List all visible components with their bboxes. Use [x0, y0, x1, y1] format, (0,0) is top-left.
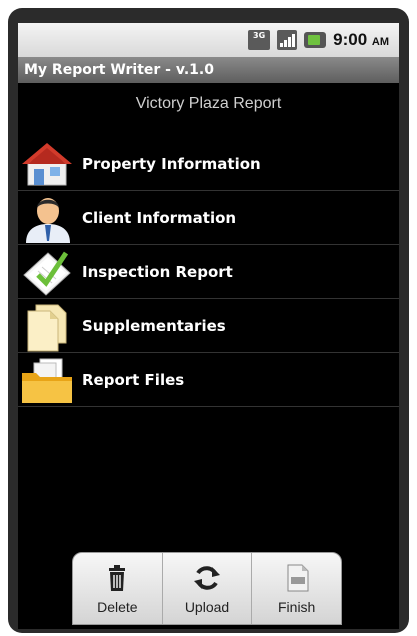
finish-label: Finish [278, 598, 316, 615]
trash-icon [102, 563, 132, 593]
menu-item-supplementaries[interactable]: Supplementaries [18, 299, 399, 353]
upload-label: Upload [184, 598, 230, 615]
battery-icon [304, 32, 327, 48]
app-title-bar: My Report Writer - v.1.0 [18, 57, 399, 83]
menu-item-property-information[interactable]: Property Information [18, 137, 399, 191]
menu-label: Property Information [82, 154, 261, 173]
bottom-action-bar: Delete Upload Finish [72, 552, 342, 625]
app-title: My Report Writer - v.1.0 [24, 62, 214, 78]
refresh-icon [192, 563, 222, 593]
status-bar: 3G 9:00 AM [18, 23, 399, 57]
menu-item-inspection-report[interactable]: Inspection Report [18, 245, 399, 299]
folder-icon [18, 353, 78, 407]
main-menu: Property Information Client Information [18, 137, 399, 407]
person-icon [18, 191, 78, 245]
house-icon [18, 137, 78, 191]
upload-button[interactable]: Upload [163, 553, 253, 624]
delete-label: Delete [97, 598, 138, 615]
menu-item-report-files[interactable]: Report Files [18, 353, 399, 407]
menu-label: Report Files [82, 370, 185, 389]
documents-icon [18, 299, 78, 353]
time-ampm: AM [371, 36, 389, 48]
menu-label: Client Information [82, 208, 237, 227]
pdf-document-icon [282, 563, 312, 593]
delete-button[interactable]: Delete [73, 553, 163, 624]
time-value: 9:00 [333, 30, 368, 49]
finish-button[interactable]: Finish [252, 553, 341, 624]
signal-strength-icon [277, 30, 298, 50]
checked-document-icon [18, 245, 78, 299]
report-name: Victory Plaza Report [135, 95, 282, 112]
menu-label: Inspection Report [82, 262, 233, 281]
status-time: 9:00 AM [333, 30, 389, 50]
phone-screen: 3G 9:00 AM My Report Writer - v.1.0 Vict… [18, 23, 399, 629]
menu-label: Supplementaries [82, 316, 226, 335]
network-3g-icon: 3G [248, 30, 271, 50]
menu-item-client-information[interactable]: Client Information [18, 191, 399, 245]
